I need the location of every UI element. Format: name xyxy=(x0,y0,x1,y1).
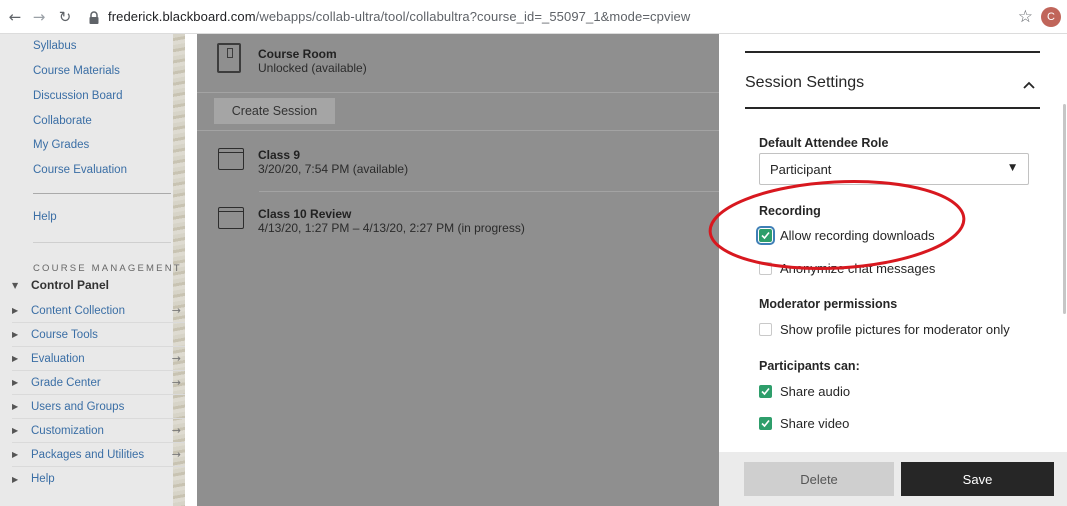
share-video-checkbox[interactable] xyxy=(759,417,772,430)
control-panel-header[interactable]: ▼ Control Panel xyxy=(12,278,109,292)
panel-divider xyxy=(745,51,1040,53)
default-attendee-role-select[interactable]: Participant ▼ xyxy=(759,153,1029,185)
back-arrow-icon[interactable]: ← xyxy=(4,6,26,28)
course-menu: Syllabus Course Materials Discussion Boa… xyxy=(0,34,185,506)
collapsed-triangle-icon: ▶ xyxy=(12,330,19,339)
right-arrow-icon: → xyxy=(171,304,181,317)
anonymize-chat-option[interactable]: Anonymize chat messages xyxy=(759,261,935,276)
allow-recording-downloads-checkbox[interactable] xyxy=(756,226,775,245)
divider xyxy=(197,92,719,93)
expanded-triangle-icon: ▼ xyxy=(12,280,19,290)
browser-toolbar: ← → ↻ frederick.blackboard.com/webapps/c… xyxy=(0,0,1067,34)
item-label: Users and Groups xyxy=(31,400,125,413)
collapsed-triangle-icon: ▶ xyxy=(12,426,19,435)
share-video-option[interactable]: Share video xyxy=(759,416,849,431)
control-panel-item-users-and-groups[interactable]: ▶ Users and Groups xyxy=(12,395,185,419)
share-video-label: Share video xyxy=(780,416,850,431)
menu-link-syllabus[interactable]: Syllabus xyxy=(33,40,76,52)
profile-pictures-option[interactable]: Show profile pictures for moderator only xyxy=(759,322,1010,337)
share-audio-checkbox[interactable] xyxy=(759,385,772,398)
menu-link-course-materials[interactable]: Course Materials xyxy=(33,65,120,77)
session-settings-panel: Session Settings Default Attendee Role P… xyxy=(719,34,1067,506)
right-arrow-icon: → xyxy=(171,448,181,461)
divider xyxy=(259,191,719,192)
default-attendee-role-label: Default Attendee Role xyxy=(759,136,889,150)
profile-pictures-label: Show profile pictures for moderator only xyxy=(780,322,1010,337)
anonymize-chat-checkbox[interactable] xyxy=(759,262,772,275)
control-panel-label: Control Panel xyxy=(31,278,110,292)
item-label: Course Tools xyxy=(31,328,98,341)
menu-link-my-grades[interactable]: My Grades xyxy=(33,139,89,151)
item-label: Help xyxy=(31,473,55,485)
control-panel-item-grade-center[interactable]: ▶ Grade Center → xyxy=(12,371,185,395)
right-arrow-icon: → xyxy=(171,352,181,365)
session-settings-title: Session Settings xyxy=(745,74,865,91)
panel-divider xyxy=(745,107,1040,109)
menu-link-collaborate[interactable]: Collaborate xyxy=(33,115,92,127)
menu-link-discussion-board[interactable]: Discussion Board xyxy=(33,90,122,102)
dropdown-caret-icon: ▼ xyxy=(1009,163,1016,173)
calendar-icon xyxy=(218,148,244,170)
item-label: Grade Center xyxy=(31,376,101,389)
control-panel-item-customization[interactable]: ▶ Customization → xyxy=(12,419,185,443)
collapsed-triangle-icon: ▶ xyxy=(12,474,19,484)
collapsed-triangle-icon: ▶ xyxy=(12,306,19,315)
anonymize-chat-label: Anonymize chat messages xyxy=(780,261,936,276)
session-title-class-9[interactable]: Class 9 xyxy=(258,148,300,162)
address-bar[interactable]: frederick.blackboard.com/webapps/collab-… xyxy=(108,9,690,24)
selected-role: Participant xyxy=(770,161,832,177)
control-panel-item-packages-and-utilities[interactable]: ▶ Packages and Utilities → xyxy=(12,443,185,467)
control-panel-item-course-tools[interactable]: ▶ Course Tools xyxy=(12,323,185,347)
delete-button[interactable]: Delete xyxy=(744,462,894,496)
allow-recording-downloads-option[interactable]: Allow recording downloads xyxy=(756,226,935,245)
right-arrow-icon: → xyxy=(171,424,181,437)
calendar-icon xyxy=(218,207,244,229)
menu-divider xyxy=(33,193,171,194)
control-panel-item-content-collection[interactable]: ▶ Content Collection → xyxy=(12,299,185,323)
lock-icon[interactable] xyxy=(88,10,100,24)
recording-label: Recording xyxy=(759,204,821,218)
course-room-icon xyxy=(217,43,241,73)
save-button[interactable]: Save xyxy=(901,462,1054,496)
session-time-class-10-review: 4/13/20, 1:27 PM – 4/13/20, 2:27 PM (in … xyxy=(258,221,525,235)
item-label: Evaluation xyxy=(31,352,85,365)
collapsed-triangle-icon: ▶ xyxy=(12,450,19,459)
collapsed-triangle-icon: ▶ xyxy=(12,402,19,411)
participants-can-label: Participants can: xyxy=(759,359,860,373)
course-room-title[interactable]: Course Room xyxy=(258,47,337,61)
collapsed-triangle-icon: ▶ xyxy=(12,378,19,387)
bookmark-star-icon[interactable]: ☆ xyxy=(1018,7,1033,27)
share-audio-option[interactable]: Share audio xyxy=(759,384,850,399)
menu-link-help[interactable]: Help xyxy=(33,211,57,223)
sessions-panel: Course Room Unlocked (available) Create … xyxy=(197,34,719,506)
collapse-chevron-icon[interactable] xyxy=(1017,74,1041,96)
control-panel-item-help[interactable]: ▶ Help xyxy=(12,467,185,491)
right-arrow-icon: → xyxy=(171,376,181,389)
moderator-permissions-label: Moderator permissions xyxy=(759,297,898,311)
item-label: Packages and Utilities xyxy=(31,448,145,461)
collapsed-triangle-icon: ▶ xyxy=(12,354,19,363)
divider xyxy=(197,130,719,131)
url-path: /webapps/collab-ultra/tool/collabultra?c… xyxy=(255,9,691,24)
scrollbar[interactable] xyxy=(1063,104,1066,314)
share-audio-label: Share audio xyxy=(780,384,851,399)
menu-link-course-evaluation[interactable]: Course Evaluation xyxy=(33,164,127,176)
allow-recording-downloads-label: Allow recording downloads xyxy=(780,228,935,243)
forward-arrow-icon[interactable]: → xyxy=(28,6,50,28)
course-management-heading: COURSE MANAGEMENT xyxy=(33,263,182,274)
create-session-button[interactable]: Create Session xyxy=(214,98,335,124)
course-room-status: Unlocked (available) xyxy=(258,61,367,75)
session-title-class-10-review[interactable]: Class 10 Review xyxy=(258,207,351,221)
menu-divider xyxy=(33,242,171,243)
url-host: frederick.blackboard.com xyxy=(108,9,256,24)
reload-icon[interactable]: ↻ xyxy=(54,6,76,28)
item-label: Customization xyxy=(31,424,104,437)
session-time-class-9: 3/20/20, 7:54 PM (available) xyxy=(258,162,409,176)
control-panel-item-evaluation[interactable]: ▶ Evaluation → xyxy=(12,347,185,371)
profile-pictures-checkbox[interactable] xyxy=(759,323,772,336)
item-label: Content Collection xyxy=(31,304,125,317)
profile-avatar[interactable]: C xyxy=(1041,7,1061,27)
panel-footer: Delete Save xyxy=(719,452,1067,506)
